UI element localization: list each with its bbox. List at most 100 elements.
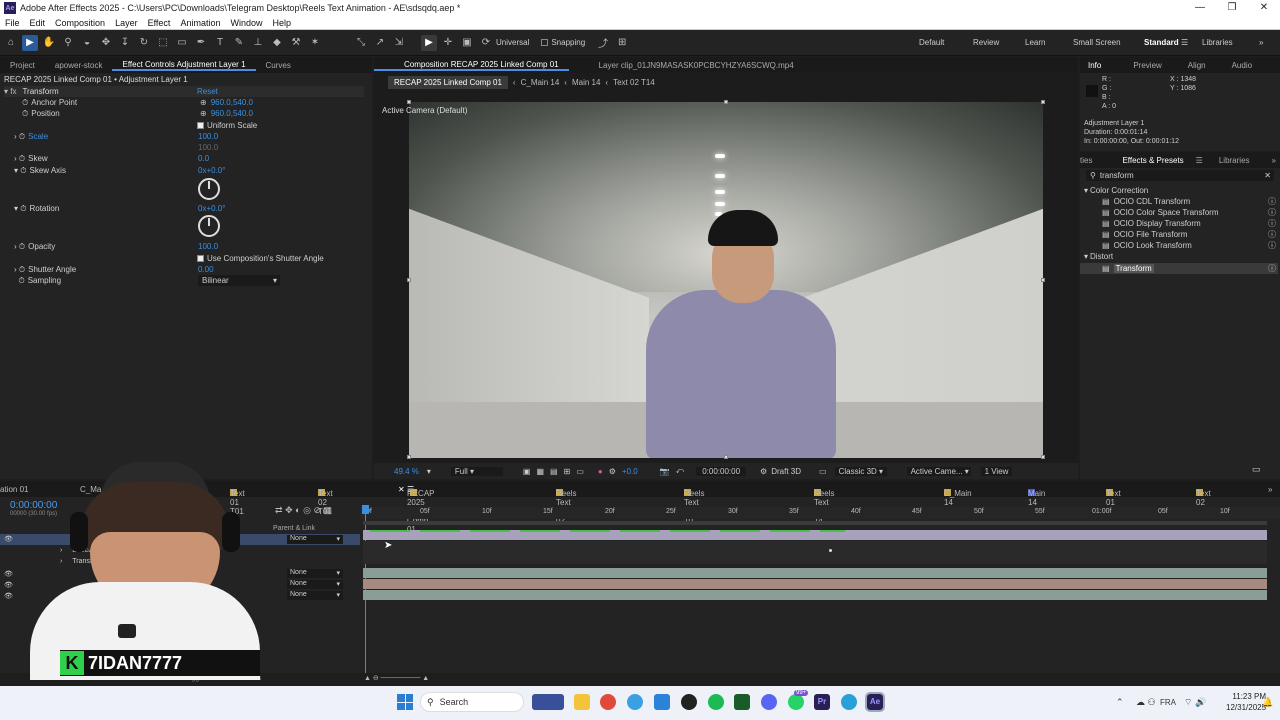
notifications-icon[interactable]: 🔔 [1262, 697, 1273, 708]
overflow-icon[interactable]: » [1262, 156, 1280, 165]
universal-icon[interactable]: ⟳ [478, 35, 494, 51]
pickwhip-icon[interactable]: ↗ [372, 35, 388, 51]
tab-properties[interactable]: ties [1080, 156, 1116, 165]
skew-value[interactable]: 0.0 [198, 153, 209, 164]
breadcrumb-item[interactable]: Main 14 [572, 78, 600, 87]
menu-icon[interactable]: ☰ [1190, 156, 1209, 165]
grid-icon[interactable]: ⊞ [564, 467, 571, 476]
parent-dropdown[interactable]: None ▾ [287, 580, 343, 589]
menu-edit[interactable]: Edit [30, 18, 46, 28]
menu-file[interactable]: File [5, 18, 20, 28]
tray-overflow-icon[interactable]: ⌃ [1116, 697, 1124, 708]
draft-3d-icon[interactable]: ⚙ [760, 467, 767, 476]
workspace-menu-icon[interactable]: ☰ [1181, 38, 1188, 47]
parent-dropdown[interactable]: None ▾ [287, 569, 343, 578]
maximize-button[interactable]: ❐ [1216, 0, 1248, 16]
effect-item[interactable]: ▤ OCIO File Transform ⓘ [1102, 229, 1278, 240]
view-axis-icon[interactable]: ▣ [459, 35, 475, 51]
workspace-libraries[interactable]: Libraries [1202, 38, 1233, 47]
axis-icon[interactable]: ⇲ [391, 35, 407, 51]
tab-curves[interactable]: Curves [256, 61, 301, 70]
breadcrumb-item[interactable]: Text 02 T14 [613, 78, 655, 87]
skew-axis-dial[interactable] [198, 178, 220, 200]
scale-value[interactable]: 100.0 [198, 131, 218, 142]
snap-grid-icon[interactable]: ⊞ [614, 35, 630, 51]
menu-effect[interactable]: Effect [148, 18, 171, 28]
photos-icon[interactable] [654, 694, 670, 710]
close-button[interactable]: ✕ [1248, 0, 1280, 16]
visibility-eye-icon[interactable]: 👁 [4, 535, 13, 543]
windows-start-icon[interactable] [397, 694, 413, 710]
show-snapshot-icon[interactable]: ⤺ [676, 466, 685, 476]
menu-layer[interactable]: Layer [115, 18, 138, 28]
file-explorer-icon[interactable] [574, 694, 590, 710]
mask-icon[interactable]: ▤ [550, 467, 558, 476]
minimize-button[interactable]: — [1184, 0, 1216, 16]
tab-info[interactable]: Info [1080, 61, 1105, 70]
zoom-slider[interactable]: ▲ ⊖ ──────── ▲ [364, 674, 429, 682]
time-ruler[interactable]: 0f 05f 10f 15f 20f 25f 30f 35f 40f 45f 5… [360, 507, 1280, 519]
breadcrumb-item[interactable]: RECAP 2025 Linked Comp 01 [388, 75, 508, 89]
layer-bar[interactable] [363, 579, 1267, 589]
effect-item[interactable]: ▤ OCIO CDL Transform ⓘ [1102, 196, 1278, 207]
workspace-review[interactable]: Review [973, 38, 999, 47]
chrome-icon[interactable] [600, 694, 616, 710]
snap-icon[interactable]: ⤡ [353, 35, 369, 51]
layer-bar[interactable] [363, 590, 1267, 600]
dolly-tool-icon[interactable]: ↧ [117, 35, 133, 51]
network-volume-icons[interactable]: ⌔ 🔊 [1184, 697, 1206, 708]
workspace-standard[interactable]: Standard [1144, 38, 1179, 47]
selection-tool-icon[interactable]: ▶ [22, 34, 38, 51]
category-color-correction[interactable]: ▾ Color Correction [1084, 185, 1148, 196]
view-layout-dropdown[interactable]: 1 View [980, 466, 1013, 476]
zoom-level[interactable]: 49.4 % [394, 467, 419, 476]
pan-behind-tool-icon[interactable]: ⬚ [155, 35, 171, 51]
tab-align[interactable]: Align [1172, 61, 1216, 70]
pan-tool-icon[interactable]: ✥ [98, 35, 114, 51]
effect-item-transform[interactable]: ▤ Transform ⓘ [1080, 263, 1278, 274]
workspace-small-screen[interactable]: Small Screen [1073, 38, 1121, 47]
renderer-dropdown[interactable]: Classic 3D ▾ [834, 466, 887, 476]
work-area-bar[interactable] [363, 521, 1267, 525]
clock[interactable]: 11:23 PM 12/31/2025 [1226, 691, 1266, 713]
discord-icon[interactable] [761, 694, 777, 710]
monitor-icon[interactable]: ▭ [576, 467, 584, 476]
language-indicator[interactable]: FRA [1160, 698, 1176, 707]
effect-item[interactable]: ▤ OCIO Color Space Transform ⓘ [1102, 207, 1278, 218]
exposure-value[interactable]: +0.0 [622, 467, 638, 476]
telegram-icon[interactable] [841, 694, 857, 710]
channel-icon[interactable]: ● [598, 467, 603, 476]
playhead[interactable] [362, 505, 369, 514]
chrome-profile-icon[interactable] [627, 694, 643, 710]
tab-effects-presets[interactable]: Effects & Presets [1116, 156, 1189, 165]
frame-blend-icon[interactable]: ▦ [324, 505, 333, 515]
tab-audio[interactable]: Audio [1216, 61, 1262, 70]
rectangle-tool-icon[interactable]: ▭ [174, 35, 190, 51]
overflow-icon[interactable]: » [1268, 485, 1272, 494]
new-bin-icon[interactable]: ▭ [1252, 464, 1261, 475]
fx-transform-row[interactable]: ▾ fx Transform Reset [4, 86, 364, 97]
chevron-down-icon[interactable]: ▾ [427, 467, 431, 476]
skew-axis-value[interactable]: 0x+0.0° [198, 165, 225, 176]
type-tool-icon[interactable]: T [212, 35, 228, 51]
home-icon[interactable]: ⌂ [3, 35, 19, 51]
keyframe[interactable] [829, 549, 832, 552]
menu-help[interactable]: Help [272, 18, 291, 28]
camera-dropdown[interactable]: Active Came... ▾ [906, 466, 971, 476]
draft-3d-toggle[interactable]: Draft 3D [771, 467, 801, 476]
viewer-timecode[interactable]: 0:00:00:00 [696, 466, 747, 476]
layer-bar[interactable] [363, 568, 1267, 578]
tab-effect-controls[interactable]: Effect Controls Adjustment Layer 1 [112, 60, 256, 71]
github-icon[interactable] [681, 694, 697, 710]
tab-project[interactable]: Project [0, 61, 45, 70]
parent-dropdown[interactable]: None ▾ [287, 591, 343, 600]
composition-frame[interactable] [409, 102, 1043, 458]
draft-3d-icon[interactable]: ✥ [285, 505, 293, 515]
snapping-label[interactable]: Snapping [551, 38, 585, 47]
3d-view-icon[interactable]: ▭ [819, 467, 827, 476]
zoom-tool-icon[interactable]: ⚲ [60, 35, 76, 51]
rotation-dial[interactable] [198, 215, 220, 237]
shutter-angle-value[interactable]: 0.00 [198, 264, 214, 275]
effect-item[interactable]: ▤ OCIO Look Transform ⓘ [1102, 240, 1278, 251]
workspace-default[interactable]: Default [919, 38, 944, 47]
